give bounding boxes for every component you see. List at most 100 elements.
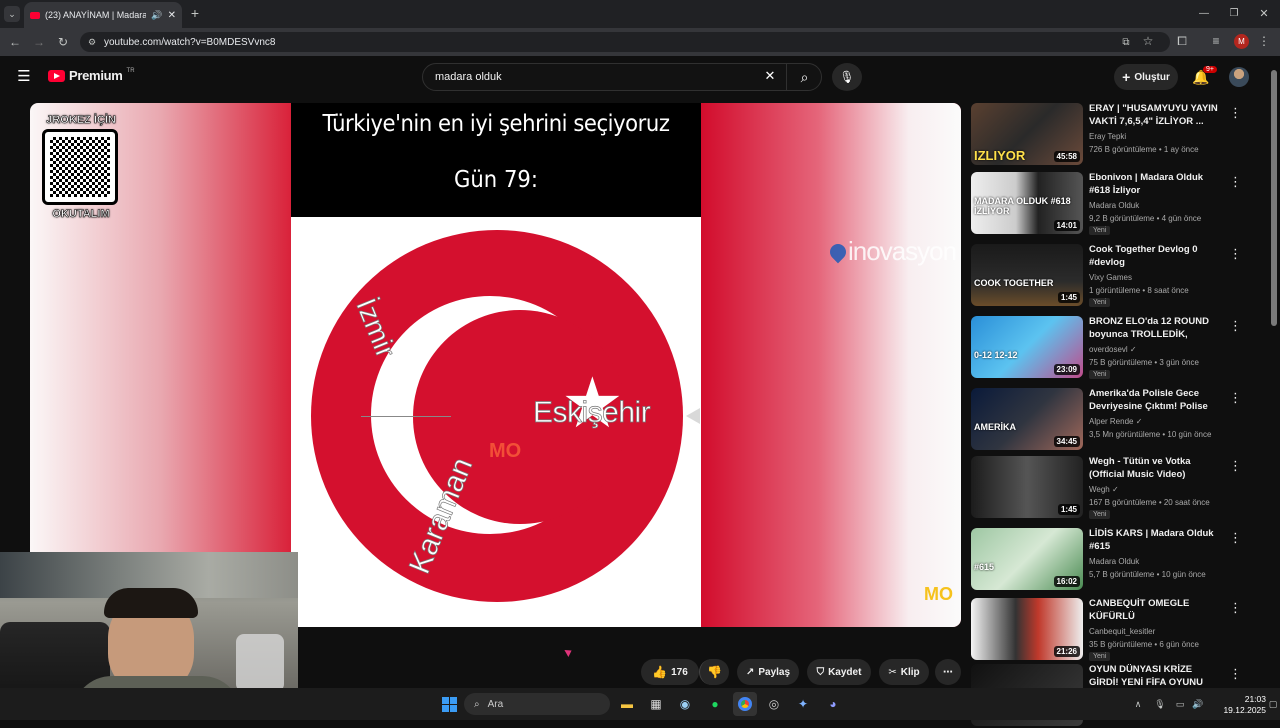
recommendation-title[interactable]: Cook Together Devlog 0 #devlog: [1089, 244, 1223, 269]
tray-volume-icon[interactable]: 🔊: [1192, 698, 1204, 710]
install-icon[interactable]: ⧉: [1120, 36, 1132, 48]
tray-clock[interactable]: 21:03 19.12.2025: [1210, 694, 1266, 716]
url-field[interactable]: ⚙ youtube.com/watch?v=B0MDESVvnc8: [80, 32, 1170, 52]
recommendation-menu-icon[interactable]: ⋮: [1229, 390, 1242, 406]
tab-search-icon[interactable]: ⌄: [4, 6, 20, 22]
channel-name[interactable]: Madara Olduk: [1089, 557, 1139, 566]
recommendation-title[interactable]: Ebonivon | Madara Olduk #618 İzliyor: [1089, 172, 1223, 197]
recommendation-item[interactable]: 0-12 12-12 23:09 BRONZ ELO'da 12 ROUND boy…: [971, 316, 1261, 380]
reading-list-icon[interactable]: ≡: [1210, 34, 1222, 48]
video-thumbnail[interactable]: 1:45: [971, 456, 1083, 518]
file-explorer-icon[interactable]: ▬: [615, 692, 639, 716]
channel-name[interactable]: Wegh ✓: [1089, 485, 1119, 494]
recommendation-item[interactable]: #615 16:02 LİDİS KARS | Madara Olduk #615 M…: [971, 528, 1261, 592]
minimize-icon[interactable]: —: [1198, 7, 1210, 19]
clip-label: Klip: [900, 666, 920, 678]
video-thumbnail[interactable]: AMERİKA 34:45: [971, 388, 1083, 450]
voice-search-button[interactable]: 🎙: [832, 63, 862, 91]
view-meta: 1 görüntüleme • 8 saat önce: [1089, 286, 1189, 295]
recommendation-menu-icon[interactable]: ⋮: [1229, 174, 1242, 190]
recommendation-menu-icon[interactable]: ⋮: [1229, 666, 1242, 682]
tray-network-icon[interactable]: ▭: [1174, 698, 1186, 710]
browser-menu-icon[interactable]: ⋮: [1258, 34, 1270, 48]
channel-name[interactable]: overdosevl ✓: [1089, 345, 1137, 354]
video-thumbnail[interactable]: COOK TOGETHER 1:45: [971, 244, 1083, 306]
dislike-button[interactable]: 👎: [699, 659, 729, 685]
recommendation-title[interactable]: Amerika'da Polisle Gece Devriyesine Çıkt…: [1089, 388, 1223, 414]
new-badge: Yeni: [1089, 652, 1111, 661]
recommendation-item[interactable]: MADARA OLDUK #618 İZLİYOR 14:01 Ebonivon |…: [971, 172, 1261, 236]
clear-search-icon[interactable]: ✕: [762, 68, 778, 84]
channel-name[interactable]: Vixy Games: [1089, 273, 1132, 282]
thumbnail-caption: 0-12 12-12: [974, 349, 1018, 360]
tray-chevron-icon[interactable]: ∧: [1132, 698, 1144, 710]
profile-avatar[interactable]: M: [1234, 34, 1249, 49]
recommendation-title[interactable]: BRONZ ELO'da 12 ROUND boyunca TROLLEDİK,…: [1089, 316, 1223, 342]
search-query: madara olduk: [435, 71, 502, 83]
recommendation-menu-icon[interactable]: ⋮: [1229, 458, 1242, 474]
save-button[interactable]: ⛉ Kaydet: [807, 659, 871, 685]
taskbar-search[interactable]: ⌕ Ara: [464, 693, 610, 715]
maximize-icon[interactable]: ❐: [1228, 7, 1240, 19]
share-icon: ↗: [745, 666, 755, 678]
recommendation-item[interactable]: 21:26 CANBEQUİT OMEGLE KÜFÜRLÜ Canbequit_k…: [971, 598, 1261, 662]
hamburger-menu-icon[interactable]: ☰: [16, 68, 32, 85]
recommendation-menu-icon[interactable]: ⋮: [1229, 530, 1242, 546]
channel-name[interactable]: Madara Olduk: [1089, 201, 1139, 210]
site-info-icon[interactable]: ⚙: [88, 37, 96, 48]
back-icon[interactable]: ←: [8, 35, 22, 49]
tray-mic-icon[interactable]: 🎙: [1154, 698, 1166, 710]
share-button[interactable]: ↗ Paylaş: [737, 659, 799, 685]
windows-start-icon[interactable]: [437, 692, 461, 716]
recommendation-title[interactable]: Wegh - Tütün ve Votka (Official Music Vi…: [1089, 456, 1223, 481]
recommendation-menu-icon[interactable]: ⋮: [1229, 105, 1242, 121]
youtube-logo[interactable]: Premium TR: [48, 68, 135, 83]
recommendation-item[interactable]: COOK TOGETHER 1:45 Cook Together Devlog 0 …: [971, 244, 1261, 308]
more-actions-button[interactable]: ⋯: [935, 659, 961, 685]
window-close-icon[interactable]: ✕: [1258, 7, 1270, 20]
recommendation-item[interactable]: AMERİKA 34:45 Amerika'da Polisle Gece Devr…: [971, 388, 1261, 452]
channel-name[interactable]: Alper Rende ✓: [1089, 417, 1142, 426]
browser-tab[interactable]: (23) ANAYİNAM | Madara O 🔊 ✕: [24, 2, 182, 28]
extensions-icon[interactable]: ⧠: [1176, 34, 1188, 48]
channel-name[interactable]: Canbequit_kesitler: [1089, 627, 1155, 636]
like-button[interactable]: 👍 176: [641, 659, 699, 685]
chrome-icon[interactable]: [733, 692, 757, 716]
reload-icon[interactable]: ↻: [56, 35, 70, 49]
tab-close-icon[interactable]: ✕: [168, 10, 176, 21]
discord-icon[interactable]: ◕: [821, 692, 845, 716]
recommendation-title[interactable]: OYUN DÜNYASI KRİZE GİRDİ! YENİ FİFA OYUN…: [1089, 664, 1223, 690]
user-avatar[interactable]: [1229, 67, 1249, 87]
clip-button[interactable]: ✂ Klip: [879, 659, 929, 685]
spotify-icon[interactable]: ●: [703, 692, 727, 716]
search-button[interactable]: ⌕: [786, 63, 822, 91]
audio-icon[interactable]: 🔊: [151, 10, 162, 21]
store-icon[interactable]: ▦: [644, 692, 668, 716]
video-thumbnail[interactable]: 0-12 12-12 23:09: [971, 316, 1083, 378]
recommendation-item[interactable]: IZLIYOR 45:58 ERAY | "HUSAMYUYU YAYIN VAKT…: [971, 103, 1261, 167]
recommendation-item[interactable]: 1:45 Wegh - Tütün ve Votka (Official Musi…: [971, 456, 1261, 520]
create-button[interactable]: + Oluştur: [1114, 64, 1178, 90]
app-icon[interactable]: ✦: [791, 692, 815, 716]
microphone-stand: [236, 634, 284, 692]
forward-icon[interactable]: →: [32, 35, 46, 49]
recommendation-title[interactable]: CANBEQUİT OMEGLE KÜFÜRLÜ: [1089, 598, 1223, 623]
obs-icon[interactable]: ◎: [762, 692, 786, 716]
location-pin-icon: [826, 240, 850, 263]
video-thumbnail[interactable]: MADARA OLDUK #618 İZLİYOR 14:01: [971, 172, 1083, 234]
notification-center-icon[interactable]: ▢: [1268, 698, 1278, 710]
video-title-line1: Türkiye'nin en iyi şehrini seçiyoruz: [322, 111, 670, 137]
recommendation-title[interactable]: ERAY | "HUSAMYUYU YAYIN VAKTİ 7,6,5,4" İ…: [1089, 103, 1223, 128]
recommendation-title[interactable]: LİDİS KARS | Madara Olduk #615: [1089, 528, 1223, 553]
recommendation-menu-icon[interactable]: ⋮: [1229, 246, 1242, 262]
video-thumbnail[interactable]: 21:26: [971, 598, 1083, 660]
scrollbar-thumb[interactable]: [1271, 70, 1277, 326]
bookmark-star-icon[interactable]: ☆: [1142, 34, 1154, 48]
video-thumbnail[interactable]: IZLIYOR 45:58: [971, 103, 1083, 165]
recommendation-menu-icon[interactable]: ⋮: [1229, 600, 1242, 616]
video-thumbnail[interactable]: #615 16:02: [971, 528, 1083, 590]
steam-icon[interactable]: ◉: [673, 692, 697, 716]
channel-name[interactable]: Eray Tepki: [1089, 132, 1126, 141]
recommendation-menu-icon[interactable]: ⋮: [1229, 318, 1242, 334]
new-tab-icon[interactable]: +: [188, 5, 202, 21]
